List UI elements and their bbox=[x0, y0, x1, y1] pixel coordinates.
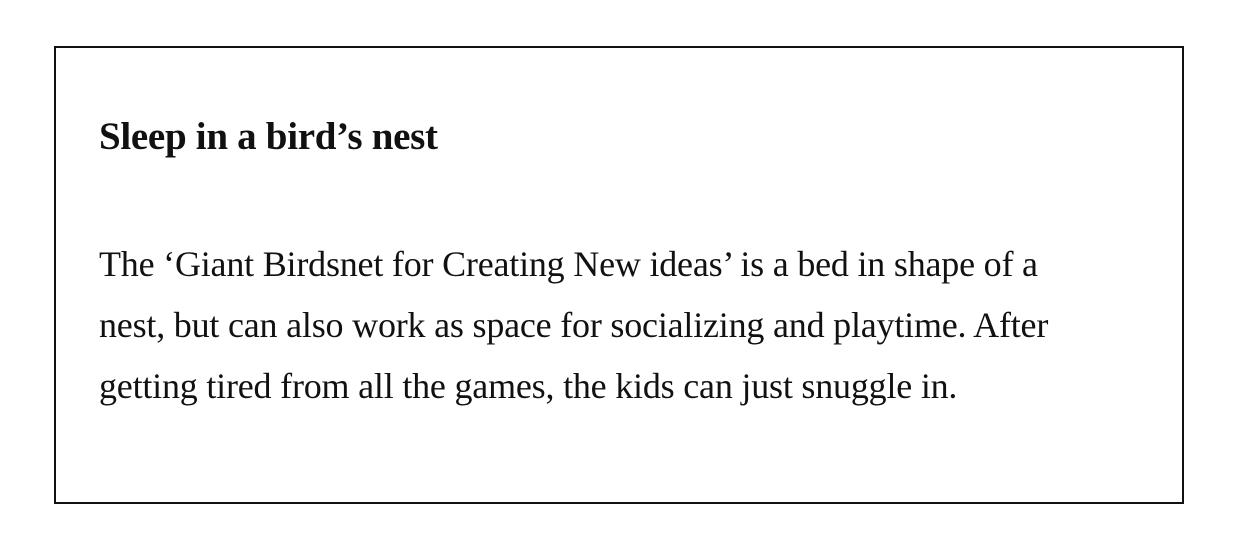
article-body-line: nest, but can also work as space for soc… bbox=[99, 305, 1049, 345]
article-body: The ‘Giant Birdsnet for Creating New ide… bbox=[99, 234, 1159, 417]
article-body-line: getting tired from all the games, the ki… bbox=[99, 366, 958, 406]
article-card: Sleep in a bird’s nest The ‘Giant Birdsn… bbox=[54, 46, 1184, 504]
article-title: Sleep in a bird’s nest bbox=[99, 115, 438, 158]
article-body-line: The ‘Giant Birdsnet for Creating New ide… bbox=[99, 244, 1038, 284]
